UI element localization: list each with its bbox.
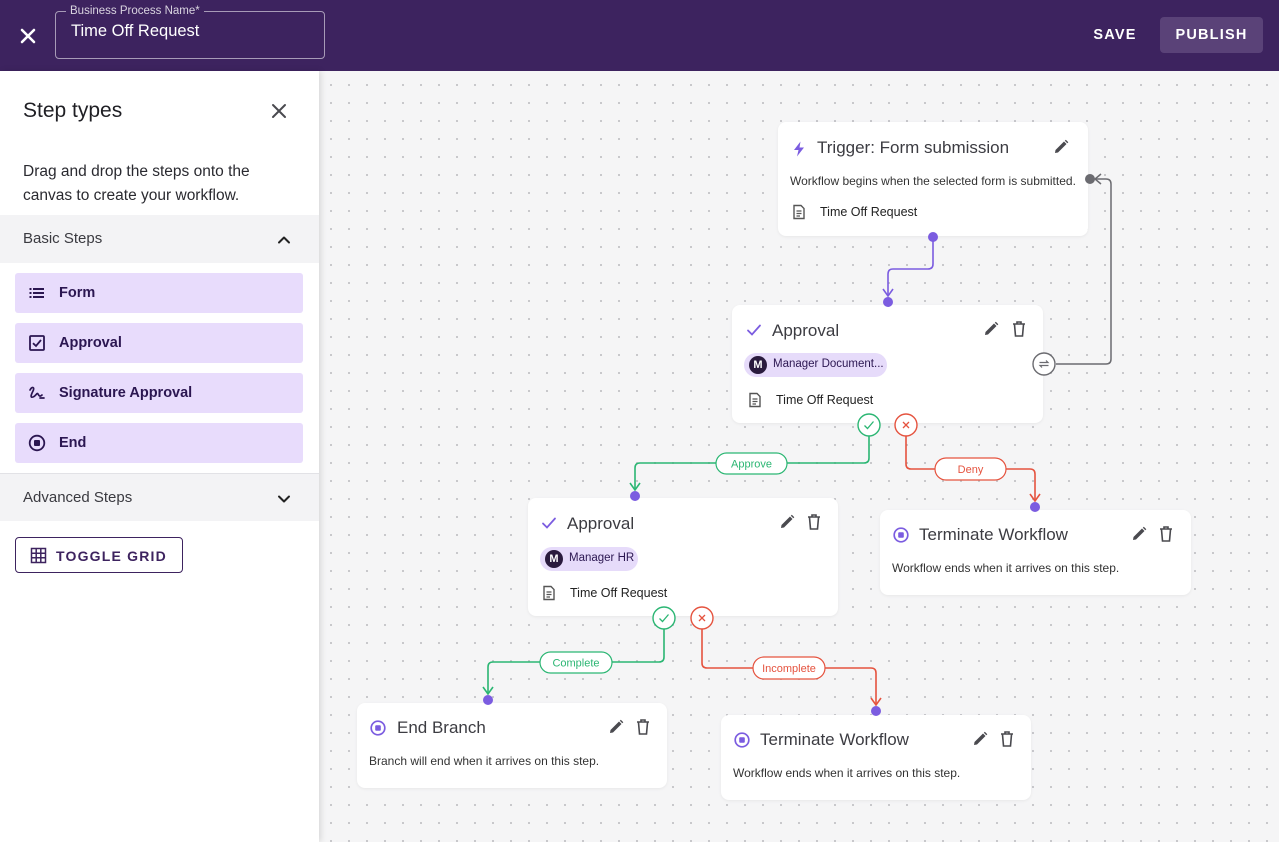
node-title: Terminate Workflow — [760, 730, 909, 749]
save-button[interactable]: SAVE — [1083, 17, 1147, 53]
close-icon[interactable] — [16, 24, 40, 48]
form-name: Time Off Request — [820, 205, 918, 219]
step-type-label: Approval — [59, 335, 122, 351]
node-title: Approval — [772, 321, 840, 340]
pencil-icon[interactable] — [1052, 138, 1070, 156]
form-name: Time Off Request — [570, 586, 668, 600]
node-title: End Branch — [397, 718, 486, 737]
connector-handle[interactable] — [483, 695, 493, 705]
connector-handle[interactable] — [883, 297, 893, 307]
terminate-workflow-node[interactable]: Terminate Workflow Workflow ends when it… — [721, 715, 1031, 800]
approval-node[interactable]: Approval M Manager Document... Time Off … — [732, 305, 1043, 423]
step-type-label: End — [59, 435, 87, 451]
sidebar-description: Drag and drop the steps onto the canvas … — [23, 163, 250, 204]
trash-icon[interactable] — [805, 513, 823, 531]
connector-handle[interactable] — [1085, 174, 1095, 184]
name-field-value[interactable]: Time Off Request — [71, 22, 199, 41]
document-icon — [791, 204, 807, 220]
avatar: M — [749, 356, 767, 374]
lightning-icon — [790, 140, 808, 158]
trash-icon[interactable] — [998, 730, 1016, 748]
node-description: Workflow ends when it arrives on this st… — [733, 766, 961, 780]
incomplete-handle[interactable] — [690, 606, 714, 630]
check-icon — [745, 321, 763, 339]
connector-handle[interactable] — [871, 706, 881, 716]
step-type-signature-approval[interactable]: Signature Approval — [15, 373, 303, 413]
signature-icon — [28, 384, 46, 402]
pencil-icon[interactable] — [982, 320, 1000, 338]
toggle-grid-button[interactable]: TOGGLE GRID — [15, 537, 183, 573]
complete-handle[interactable] — [652, 606, 676, 630]
step-type-approval[interactable]: Approval — [15, 323, 303, 363]
business-process-name-field[interactable]: Business Process Name* Time Off Request — [55, 4, 325, 59]
pencil-icon[interactable] — [1130, 525, 1148, 543]
node-title: Approval — [567, 514, 635, 533]
checkbox-icon — [28, 334, 46, 352]
advanced-steps-label: Advanced Steps — [23, 489, 133, 506]
connector-handle[interactable] — [928, 232, 938, 242]
step-type-form[interactable]: Form — [15, 273, 303, 313]
approve-handle[interactable] — [857, 413, 881, 437]
node-title: Terminate Workflow — [919, 525, 1068, 544]
step-type-label: Signature Approval — [59, 385, 193, 401]
stop-circle-icon — [28, 434, 46, 452]
deny-handle[interactable] — [894, 413, 918, 437]
end-branch-node[interactable]: End Branch Branch will end when it arriv… — [357, 703, 667, 788]
close-icon[interactable] — [268, 100, 290, 122]
document-icon — [747, 392, 763, 408]
node-title: Trigger: Form submission — [817, 138, 1010, 157]
node-description: Branch will end when it arrives on this … — [369, 754, 600, 768]
form-name: Time Off Request — [776, 393, 874, 407]
stop-circle-icon — [892, 526, 910, 544]
assignee-chip: M Manager HR — [540, 547, 638, 571]
node-description: Workflow ends when it arrives on this st… — [892, 561, 1120, 575]
publish-button[interactable]: PUBLISH — [1160, 17, 1263, 53]
toggle-grid-label: TOGGLE GRID — [56, 548, 167, 564]
terminate-workflow-node[interactable]: Terminate Workflow Workflow ends when it… — [880, 510, 1191, 595]
step-type-label: Form — [59, 285, 96, 301]
pencil-icon[interactable] — [607, 718, 625, 736]
advanced-steps-section-header[interactable]: Advanced Steps — [0, 473, 319, 521]
name-field-label: Business Process Name* — [66, 4, 204, 18]
node-description: Workflow begins when the selected form i… — [790, 174, 1076, 188]
connector-handle[interactable] — [1030, 502, 1040, 512]
step-type-end[interactable]: End — [15, 423, 303, 463]
chevron-up-icon — [275, 231, 293, 249]
pencil-icon[interactable] — [971, 730, 989, 748]
assignee-name: Manager Document... — [773, 358, 884, 370]
grid-icon — [30, 547, 47, 564]
top-bar: Business Process Name* Time Off Request … — [0, 0, 1279, 71]
trash-icon[interactable] — [634, 718, 652, 736]
assignee-name: Manager HR — [569, 552, 635, 564]
document-icon — [541, 585, 557, 601]
stop-circle-icon — [369, 719, 387, 737]
basic-steps-section-header[interactable]: Basic Steps — [0, 215, 319, 263]
loop-icon[interactable] — [1032, 352, 1056, 376]
avatar: M — [545, 550, 563, 568]
stop-circle-icon — [733, 731, 751, 749]
assignee-chip: M Manager Document... — [744, 353, 887, 377]
chevron-down-icon — [275, 490, 293, 508]
check-icon — [540, 514, 558, 532]
connector-handle[interactable] — [630, 491, 640, 501]
pencil-icon[interactable] — [778, 513, 796, 531]
approval-node[interactable]: Approval M Manager HR Time Off Request — [528, 498, 838, 616]
sidebar-title: Step types — [23, 99, 123, 122]
step-types-sidebar: Step types Drag and drop the steps onto … — [0, 71, 319, 842]
trash-icon[interactable] — [1157, 525, 1175, 543]
list-icon — [28, 284, 46, 302]
basic-steps-label: Basic Steps — [23, 230, 103, 247]
trigger-node[interactable]: Trigger: Form submission Workflow begins… — [778, 122, 1088, 236]
trash-icon[interactable] — [1010, 320, 1028, 338]
